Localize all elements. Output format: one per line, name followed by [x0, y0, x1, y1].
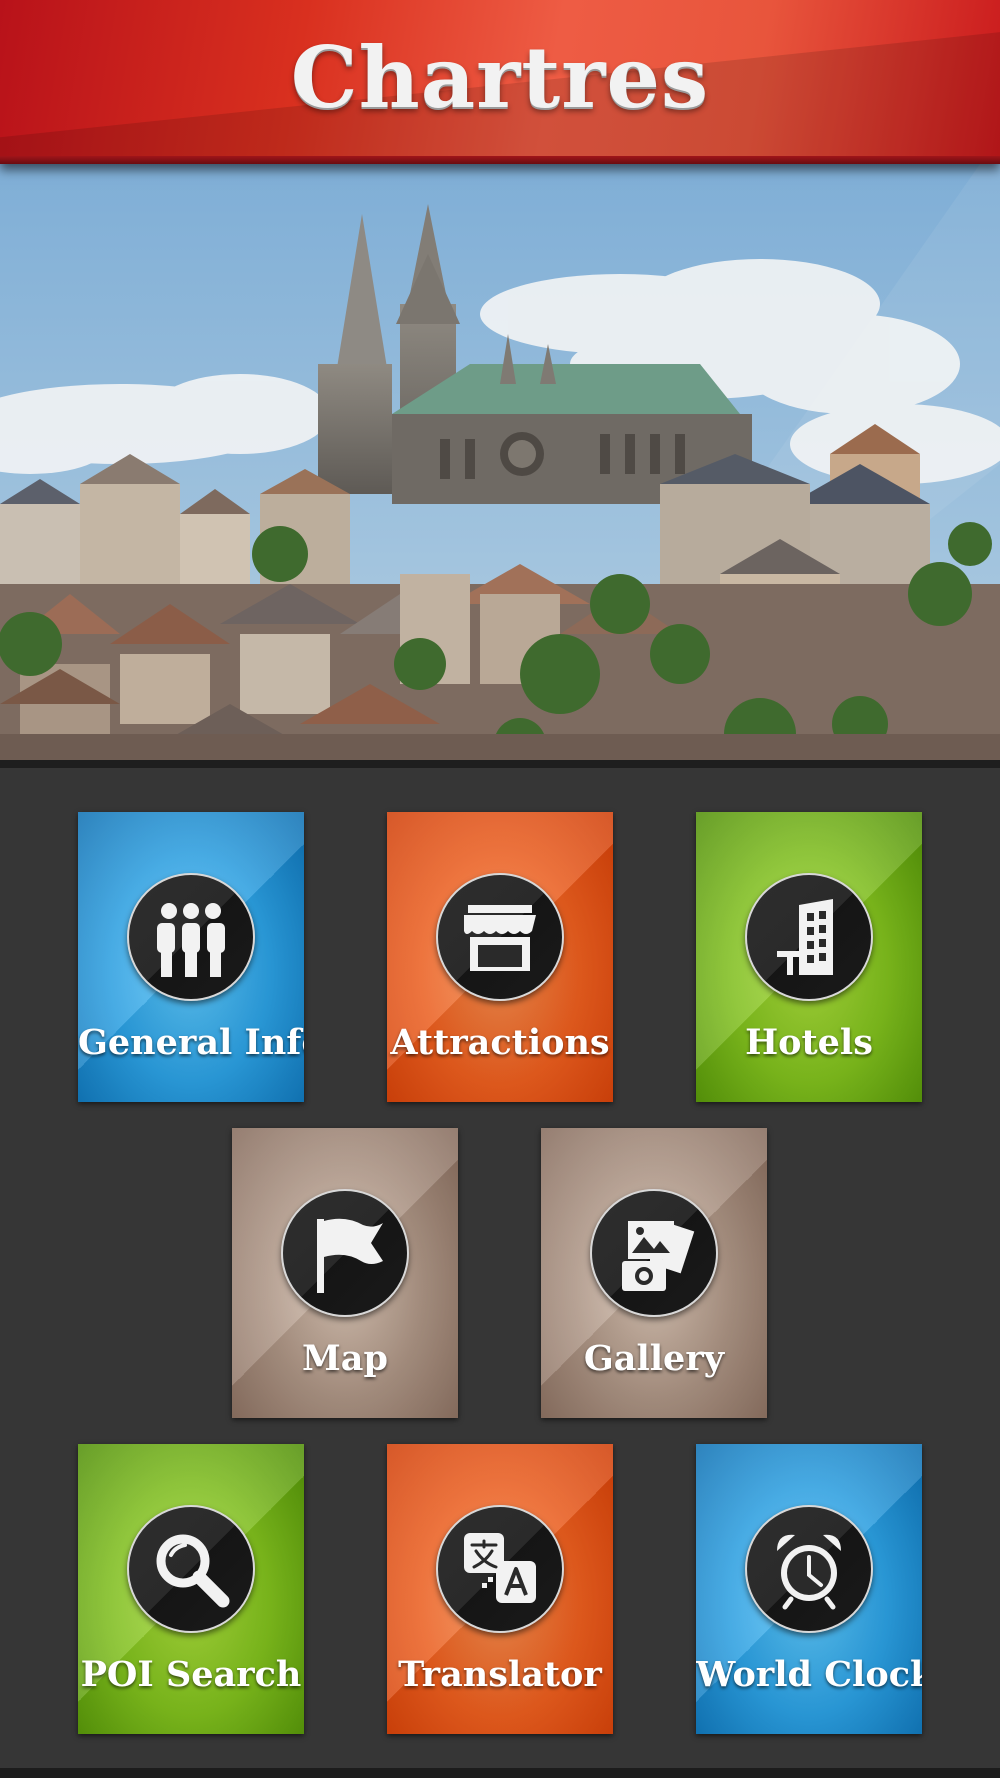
- app-title: Chartres: [290, 28, 710, 127]
- magnifier-icon: [127, 1505, 255, 1633]
- world-clock-label: World Clock: [696, 1654, 922, 1695]
- storefront-icon: [436, 873, 564, 1001]
- photo-camera-icon: [590, 1189, 718, 1317]
- general-info-label: General Info: [78, 1022, 304, 1063]
- hotels-button[interactable]: Hotels: [696, 812, 922, 1102]
- hero-divider: [0, 760, 1000, 768]
- building-icon: [745, 873, 873, 1001]
- gallery-label: Gallery: [583, 1338, 725, 1379]
- poi-search-label: POI Search: [80, 1654, 302, 1695]
- people-icon: [127, 873, 255, 1001]
- hero-image: [0, 164, 1000, 764]
- attractions-button[interactable]: Attractions: [387, 812, 613, 1102]
- map-button[interactable]: Map: [232, 1128, 458, 1418]
- general-info-button[interactable]: General Info: [78, 812, 304, 1102]
- hotels-label: Hotels: [745, 1022, 873, 1063]
- attractions-label: Attractions: [390, 1022, 610, 1063]
- translator-label: Translator: [398, 1654, 602, 1695]
- world-clock-button[interactable]: World Clock: [696, 1444, 922, 1734]
- map-label: Map: [302, 1338, 388, 1379]
- cathedral-cityscape-illustration: [0, 164, 1000, 764]
- translate-icon: [436, 1505, 564, 1633]
- bottom-bar: [0, 1768, 1000, 1778]
- gallery-button[interactable]: Gallery: [541, 1128, 767, 1418]
- app-header: Chartres: [0, 0, 1000, 164]
- poi-search-button[interactable]: POI Search: [78, 1444, 304, 1734]
- translator-button[interactable]: Translator: [387, 1444, 613, 1734]
- alarm-clock-icon: [745, 1505, 873, 1633]
- flag-icon: [281, 1189, 409, 1317]
